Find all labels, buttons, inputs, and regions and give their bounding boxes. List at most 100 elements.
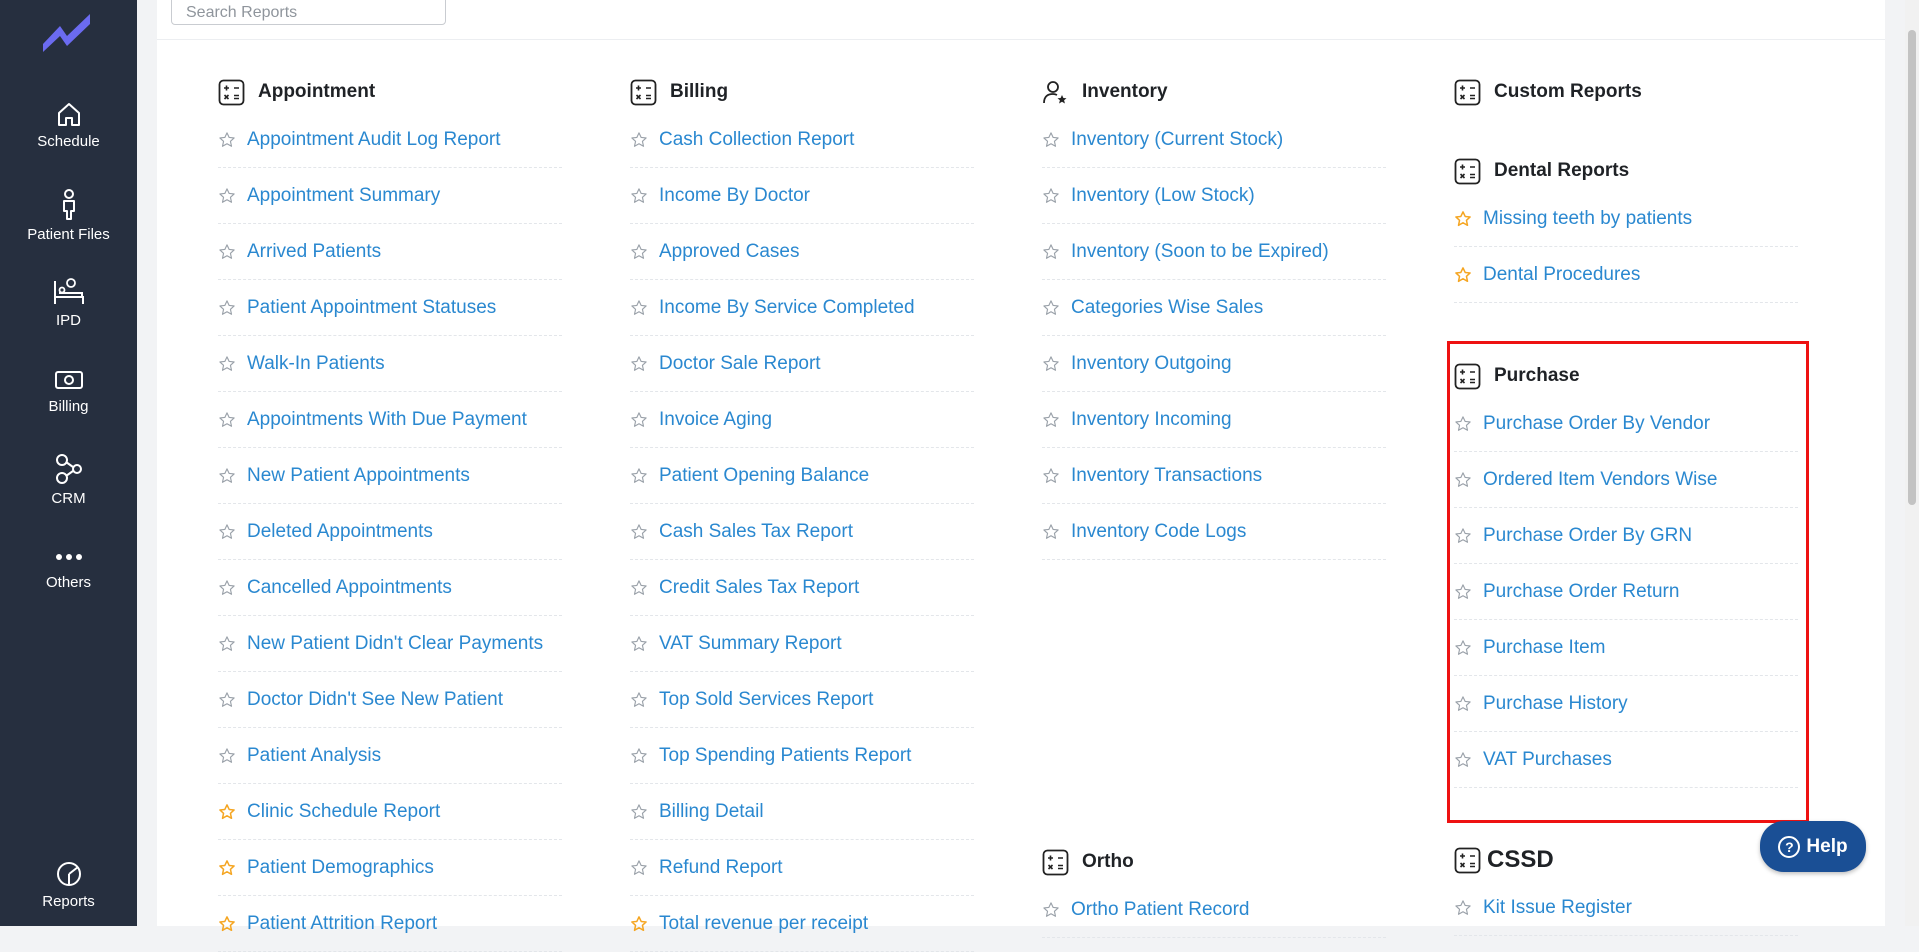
scrollbar-thumb[interactable]	[1908, 30, 1916, 505]
report-link[interactable]: Top Sold Services Report	[630, 672, 974, 728]
star-outline-icon[interactable]	[218, 355, 247, 373]
report-link[interactable]: Missing teeth by patients	[1454, 191, 1798, 247]
star-outline-icon[interactable]	[1042, 411, 1071, 429]
report-link[interactable]: Doctor Sale Report	[630, 336, 974, 392]
report-link[interactable]: Doctor Didn't See New Patient	[218, 672, 562, 728]
report-link[interactable]: Billing Detail	[630, 784, 974, 840]
report-link[interactable]: Invoice Aging	[630, 392, 974, 448]
star-filled-icon[interactable]	[1454, 266, 1483, 284]
star-outline-icon[interactable]	[1454, 527, 1483, 545]
star-outline-icon[interactable]	[218, 131, 247, 149]
star-outline-icon[interactable]	[630, 187, 659, 205]
report-link[interactable]: Patient Analysis	[218, 728, 562, 784]
report-link[interactable]: Purchase Order By GRN	[1454, 508, 1798, 564]
star-outline-icon[interactable]	[1042, 901, 1071, 919]
report-link[interactable]: Patient Opening Balance	[630, 448, 974, 504]
star-outline-icon[interactable]	[218, 467, 247, 485]
report-link[interactable]: New Patient Didn't Clear Payments	[218, 616, 562, 672]
nav-item-patient-files[interactable]: Patient Files	[0, 189, 137, 243]
star-outline-icon[interactable]	[630, 467, 659, 485]
star-outline-icon[interactable]	[218, 579, 247, 597]
help-button[interactable]: ? Help	[1760, 821, 1866, 872]
report-link[interactable]: Categories Wise Sales	[1042, 280, 1386, 336]
star-outline-icon[interactable]	[630, 859, 659, 877]
report-link[interactable]: Patient Demographics	[218, 840, 562, 896]
report-link[interactable]: Patient Attrition Report	[218, 896, 562, 952]
report-link[interactable]: Clinic Schedule Report	[218, 784, 562, 840]
star-outline-icon[interactable]	[218, 691, 247, 709]
report-link[interactable]: Appointment Audit Log Report	[218, 112, 562, 168]
star-outline-icon[interactable]	[218, 635, 247, 653]
app-logo-icon[interactable]	[40, 8, 96, 52]
star-outline-icon[interactable]	[630, 243, 659, 261]
report-link[interactable]: Walk-In Patients	[218, 336, 562, 392]
star-outline-icon[interactable]	[1042, 131, 1071, 149]
star-outline-icon[interactable]	[1042, 355, 1071, 373]
report-link[interactable]: Deleted Appointments	[218, 504, 562, 560]
star-outline-icon[interactable]	[1454, 583, 1483, 601]
star-outline-icon[interactable]	[218, 187, 247, 205]
star-outline-icon[interactable]	[630, 523, 659, 541]
star-outline-icon[interactable]	[1042, 467, 1071, 485]
report-link[interactable]: Top Spending Patients Report	[630, 728, 974, 784]
report-link[interactable]: New Patient Appointments	[218, 448, 562, 504]
star-outline-icon[interactable]	[1454, 471, 1483, 489]
star-outline-icon[interactable]	[630, 803, 659, 821]
report-link[interactable]: Purchase Item	[1454, 620, 1798, 676]
report-link[interactable]: Inventory (Soon to be Expired)	[1042, 224, 1386, 280]
star-outline-icon[interactable]	[218, 411, 247, 429]
star-outline-icon[interactable]	[1454, 751, 1483, 769]
report-link[interactable]: Purchase History	[1454, 676, 1798, 732]
star-outline-icon[interactable]	[218, 243, 247, 261]
report-link[interactable]: Patient Appointment Statuses	[218, 280, 562, 336]
star-outline-icon[interactable]	[1042, 523, 1071, 541]
star-outline-icon[interactable]	[630, 635, 659, 653]
star-outline-icon[interactable]	[630, 747, 659, 765]
nav-item-billing[interactable]: Billing	[0, 367, 137, 415]
report-link[interactable]: Ordered Item Vendors Wise	[1454, 452, 1798, 508]
report-link[interactable]: Ortho Patient Record	[1042, 882, 1386, 938]
star-outline-icon[interactable]	[1454, 415, 1483, 433]
report-link[interactable]: Inventory Outgoing	[1042, 336, 1386, 392]
star-outline-icon[interactable]	[1454, 639, 1483, 657]
star-outline-icon[interactable]	[218, 523, 247, 541]
report-link[interactable]: VAT Purchases	[1454, 732, 1798, 788]
star-outline-icon[interactable]	[630, 299, 659, 317]
star-outline-icon[interactable]	[218, 299, 247, 317]
report-link[interactable]: Inventory Transactions	[1042, 448, 1386, 504]
star-outline-icon[interactable]	[1042, 299, 1071, 317]
nav-item-crm[interactable]: CRM	[0, 453, 137, 507]
section-title[interactable]: Custom Reports	[1454, 72, 1798, 112]
star-filled-icon[interactable]	[218, 803, 247, 821]
star-outline-icon[interactable]	[1042, 243, 1071, 261]
nav-item-others[interactable]: Others	[0, 545, 137, 591]
report-link[interactable]: Inventory Code Logs	[1042, 504, 1386, 560]
star-outline-icon[interactable]	[630, 131, 659, 149]
report-link[interactable]: Cash Sales Tax Report	[630, 504, 974, 560]
scrollbar[interactable]	[1905, 0, 1919, 926]
nav-item-ipd[interactable]: IPD	[0, 277, 137, 329]
report-link[interactable]: Inventory Incoming	[1042, 392, 1386, 448]
report-link[interactable]: Appointments With Due Payment	[218, 392, 562, 448]
star-outline-icon[interactable]	[630, 579, 659, 597]
star-outline-icon[interactable]	[630, 691, 659, 709]
report-link[interactable]: Income By Doctor	[630, 168, 974, 224]
report-link[interactable]: Kit Issue Register	[1454, 880, 1798, 936]
star-filled-icon[interactable]	[218, 859, 247, 877]
star-filled-icon[interactable]	[1454, 210, 1483, 228]
star-outline-icon[interactable]	[218, 747, 247, 765]
report-link[interactable]: VAT Summary Report	[630, 616, 974, 672]
star-outline-icon[interactable]	[630, 355, 659, 373]
report-link[interactable]: Cancelled Appointments	[218, 560, 562, 616]
report-link[interactable]: Arrived Patients	[218, 224, 562, 280]
report-link[interactable]: Total revenue per receipt	[630, 896, 974, 952]
star-filled-icon[interactable]	[218, 915, 247, 933]
report-link[interactable]: Purchase Order Return	[1454, 564, 1798, 620]
report-link[interactable]: Cash Collection Report	[630, 112, 974, 168]
report-link[interactable]: Income By Service Completed	[630, 280, 974, 336]
star-outline-icon[interactable]	[1042, 187, 1071, 205]
star-filled-icon[interactable]	[630, 915, 659, 933]
report-link[interactable]: Refund Report	[630, 840, 974, 896]
star-outline-icon[interactable]	[1454, 695, 1483, 713]
star-outline-icon[interactable]	[1454, 899, 1483, 917]
